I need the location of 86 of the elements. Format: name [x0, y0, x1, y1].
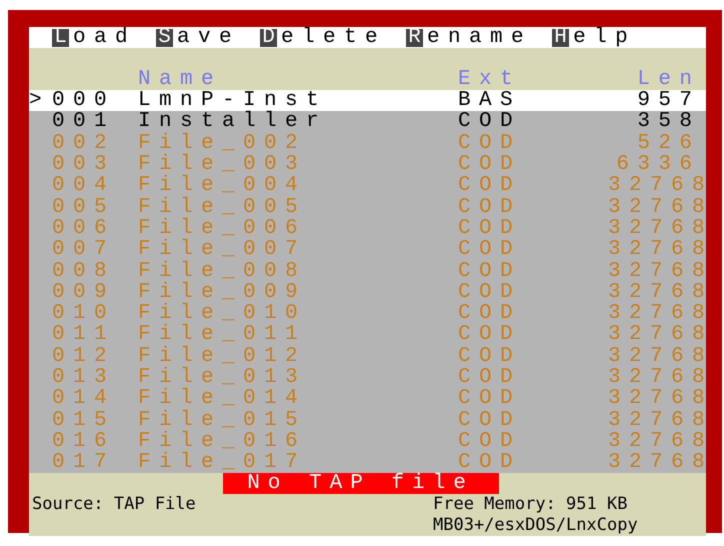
- file-row[interactable]: 012 File_012 COD 32768: [29, 346, 706, 367]
- file-row[interactable]: 006 File_006 COD 32768: [29, 218, 706, 240]
- file-number: 017: [52, 452, 116, 474]
- hotkey: L: [52, 28, 69, 46]
- file-name: File_013: [138, 367, 308, 388]
- file-ext: COD: [458, 154, 522, 176]
- file-number: 003: [52, 154, 116, 176]
- file-row[interactable]: 002 File_002 COD 526: [29, 132, 706, 154]
- file-row[interactable]: 013 File_013 COD 32768: [29, 366, 706, 388]
- file-length: 358: [636, 111, 700, 132]
- file-ext: COD: [458, 430, 522, 452]
- file-number: 002: [52, 132, 116, 154]
- column-header: Ext: [458, 68, 522, 90]
- file-name: File_004: [138, 175, 308, 196]
- file-row[interactable]: 008 File_008 COD 32768: [29, 260, 706, 282]
- file-name: File_005: [138, 196, 308, 218]
- file-number: 012: [52, 346, 116, 367]
- file-row[interactable]: 007 File_007 COD 32768: [29, 239, 706, 260]
- file-ext: COD: [458, 260, 522, 282]
- file-ext: COD: [458, 218, 522, 239]
- file-ext: COD: [458, 303, 522, 324]
- file-number: 013: [52, 367, 116, 388]
- file-row[interactable]: 015 File_015 COD 32768: [29, 409, 706, 431]
- file-ext: COD: [458, 367, 522, 388]
- free-memory: Free Memory: 951 KB: [433, 494, 628, 516]
- file-ext: COD: [458, 282, 522, 303]
- file-ext: COD: [458, 132, 522, 154]
- file-name: File_014: [138, 388, 308, 410]
- file-length: 6336: [616, 154, 700, 176]
- column-header: Len: [636, 68, 700, 90]
- file-name: File_015: [138, 410, 308, 431]
- file-name: File_003: [138, 154, 308, 176]
- file-ext: COD: [458, 452, 522, 474]
- error-banner: No TAP file: [222, 473, 498, 494]
- file-name: File_008: [138, 260, 308, 282]
- menu-item[interactable]: L oad: [52, 27, 136, 48]
- file-number: 011: [52, 324, 116, 346]
- file-row[interactable]: 009 File_009 COD 32768: [29, 282, 706, 303]
- file-name: File_017: [138, 452, 308, 474]
- file-number: 000: [52, 90, 116, 112]
- file-number: 015: [52, 410, 116, 431]
- file-number: 014: [52, 388, 116, 410]
- file-ext: COD: [458, 111, 522, 132]
- file-row[interactable]: 016 File_016 COD 32768: [29, 430, 706, 452]
- file-name: File_009: [138, 282, 308, 303]
- file-ext: COD: [458, 388, 522, 410]
- file-number: 005: [52, 196, 116, 218]
- file-number: 009: [52, 282, 116, 303]
- file-number: 010: [52, 303, 116, 324]
- file-ext: BAS: [458, 90, 522, 112]
- file-row[interactable]: >000 LmnP-Inst BAS 957: [29, 90, 706, 112]
- file-name: File_012: [138, 346, 308, 367]
- file-row[interactable]: 014 File_014 COD 32768: [29, 388, 706, 410]
- file-number: 001: [52, 111, 116, 132]
- file-row[interactable]: 005 File_005 COD 32768: [29, 196, 706, 218]
- file-number: 007: [52, 239, 116, 260]
- file-name: File_007: [138, 239, 308, 260]
- file-ext: COD: [458, 410, 522, 431]
- file-name: File_016: [138, 430, 308, 452]
- file-length: 957: [636, 90, 700, 112]
- file-row[interactable]: 001 Installer COD 358: [29, 111, 706, 133]
- file-ext: COD: [458, 346, 522, 367]
- file-name: File_006: [138, 218, 308, 239]
- source-label: Source: TAP File: [31, 494, 197, 516]
- file-name: File_002: [138, 132, 308, 154]
- cursor-marker: >: [29, 90, 52, 112]
- file-number: 006: [52, 218, 116, 239]
- file-row[interactable]: 003 File_003 COD 6336: [29, 154, 706, 176]
- file-name: File_011: [138, 324, 308, 346]
- file-row[interactable]: 017 File_017 COD 32768: [29, 452, 706, 474]
- column-header: Name: [138, 68, 224, 90]
- file-length: 526: [636, 132, 700, 154]
- file-number: 004: [52, 175, 116, 196]
- file-ext: COD: [458, 175, 522, 196]
- file-row[interactable]: 010 File_010 COD 32768: [29, 302, 706, 324]
- file-row[interactable]: 011 File_011 COD 32768: [29, 324, 706, 346]
- program-name: MB03+/esxDOS/LnxCopy: [433, 515, 639, 536]
- file-ext: COD: [458, 324, 522, 346]
- file-ext: COD: [458, 239, 522, 260]
- file-name: Installer: [138, 111, 328, 132]
- file-name: LmnP-Inst: [138, 90, 328, 112]
- file-row[interactable]: 004 File_004 COD 32768: [29, 175, 706, 196]
- file-number: 016: [52, 430, 116, 452]
- file-number: 008: [52, 260, 116, 282]
- file-name: File_010: [138, 303, 308, 324]
- file-ext: COD: [458, 196, 522, 218]
